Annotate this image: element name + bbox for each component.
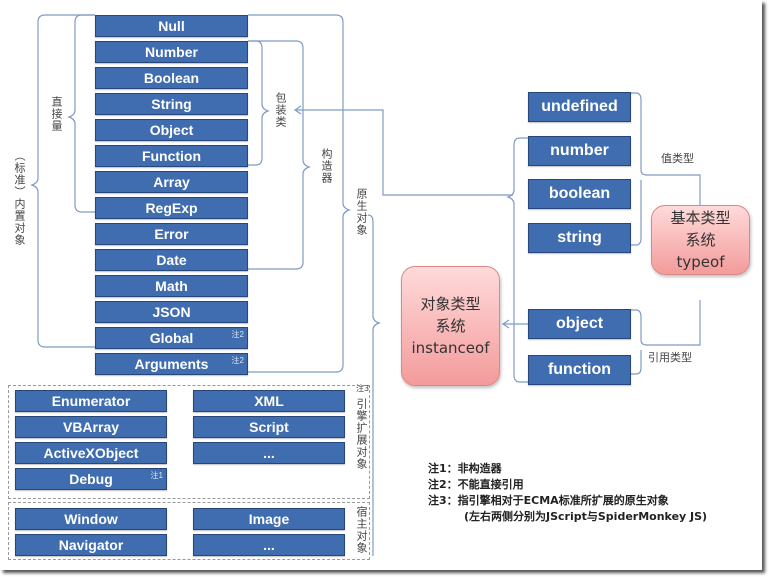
box-label: boolean (548, 185, 611, 202)
engine-object-vbarray: VBArray (15, 416, 167, 438)
system-subtitle: 系统 (435, 317, 466, 335)
engine-object-script: Script (193, 416, 345, 438)
box-label: Window (64, 511, 118, 527)
typeof-function: function (528, 355, 631, 385)
footnote-1: 注1：非构造器 (428, 462, 502, 475)
builtin-object-string: String (95, 93, 248, 115)
primitive-brace (506, 137, 528, 383)
constructor-label: 构造器 (320, 148, 333, 184)
constructor-brace (248, 40, 311, 270)
typeof-number: number (528, 136, 631, 166)
box-label: String (151, 96, 192, 112)
builtin-object-array: Array (95, 171, 248, 193)
builtin-object-function: Function (95, 145, 248, 167)
box-label: Object (149, 122, 194, 138)
box-label: string (557, 229, 602, 246)
builtin-object-regexp: RegExp (95, 197, 248, 219)
native-objects-label: 原生对象 (355, 188, 368, 236)
wrapper-brace (248, 40, 270, 166)
host-object-navigator: Navigator (15, 534, 167, 556)
builtin-object-null: Null (95, 15, 248, 37)
reference-type-brace (631, 300, 701, 346)
box-label: XML (254, 393, 284, 409)
note-tag: 注2 (231, 330, 244, 339)
system-title: 对象类型 (420, 295, 481, 313)
system-subtitle: 系统 (685, 231, 716, 249)
host-object-window: Window (15, 508, 167, 530)
system-title: 基本类型 (670, 209, 731, 227)
box-label: Boolean (143, 70, 200, 86)
native-brace (248, 14, 351, 373)
box-label: Array (153, 174, 190, 190)
box-label: undefined (541, 98, 618, 115)
builtin-object-math: Math (95, 275, 248, 297)
engine-extension-label: 引擎扩展对象 (355, 398, 368, 470)
box-label: Date (156, 252, 187, 268)
value-type-label: 值类型 (661, 152, 694, 165)
note-tag: 注1 (150, 471, 163, 480)
engine-object-xml: XML (193, 390, 345, 412)
typeof-undefined: undefined (528, 92, 631, 122)
box-label: Function (141, 148, 202, 164)
host-object-more: ... (193, 534, 345, 556)
typeof-string: string (528, 223, 631, 253)
box-label: Null (158, 18, 185, 34)
host-object-image: Image (193, 508, 345, 530)
box-label: object (555, 315, 604, 332)
box-label: Error (154, 226, 189, 242)
footnote-3: 注3：指引擎相对于ECMA标准所扩展的原生对象 (428, 494, 669, 507)
wrapper-class-label: 包装类 (274, 92, 287, 128)
box-label: number (550, 142, 609, 159)
builtin-object-date: Date (95, 249, 248, 271)
typeof-object: object (528, 309, 631, 339)
builtin-brace (30, 14, 95, 348)
box-label: VBArray (62, 419, 120, 435)
box-label: Script (249, 419, 289, 435)
system-operator: typeof (676, 253, 725, 271)
builtin-object-json: JSON (95, 301, 248, 323)
builtin-object-error: Error (95, 223, 248, 245)
box-label: Enumerator (51, 393, 131, 409)
builtin-object-boolean: Boolean (95, 67, 248, 89)
typeof-boolean: boolean (528, 179, 631, 209)
box-label: RegExp (145, 200, 198, 216)
builtin-object-arguments: Arguments 注2 (95, 353, 248, 375)
footnote-3-detail: (左右两侧分别为JScript与SpiderMonkey JS) (464, 510, 708, 523)
box-label: Debug (69, 471, 113, 487)
object-type-system-box: 对象类型 系统 instanceof (401, 266, 500, 386)
box-label: ... (263, 537, 275, 553)
builtin-object-number: Number (95, 41, 248, 63)
engine-object-more: ... (193, 442, 345, 464)
box-label: Navigator (58, 537, 124, 553)
footnotes: 注1：非构造器 注2：不能直接引用 注3：指引擎相对于ECMA标准所扩展的原生对… (428, 461, 707, 525)
box-label: Image (248, 511, 290, 527)
box-label: ... (263, 445, 275, 461)
box-label: JSON (152, 304, 191, 320)
system-operator: instanceof (411, 339, 490, 357)
host-objects-label: 宿主对象 (355, 506, 368, 554)
engine-extension-note: 注3 (356, 384, 370, 393)
note-tag: 注2 (231, 356, 244, 365)
reference-type-label: 引用类型 (648, 351, 692, 364)
builtin-object-global: Global 注2 (95, 327, 248, 349)
literal-label: 直接量 (50, 96, 63, 132)
box-label: function (547, 361, 612, 378)
footnote-2: 注2：不能直接引用 (428, 478, 524, 491)
box-label: Math (155, 278, 188, 294)
engine-object-activexobject: ActiveXObject (15, 442, 167, 464)
builtin-objects-label: （标准）内置对象 (13, 150, 26, 246)
box-label: Arguments (134, 356, 209, 372)
primitive-type-system-box: 基本类型 系统 typeof (651, 205, 750, 275)
box-label: ActiveXObject (43, 445, 139, 461)
literal-brace (67, 14, 95, 213)
box-label: Global (149, 330, 194, 346)
box-label: Number (145, 44, 198, 60)
builtin-object-object: Object (95, 119, 248, 141)
engine-object-debug: Debug 注1 (15, 468, 167, 490)
engine-object-enumerator: Enumerator (15, 390, 167, 412)
